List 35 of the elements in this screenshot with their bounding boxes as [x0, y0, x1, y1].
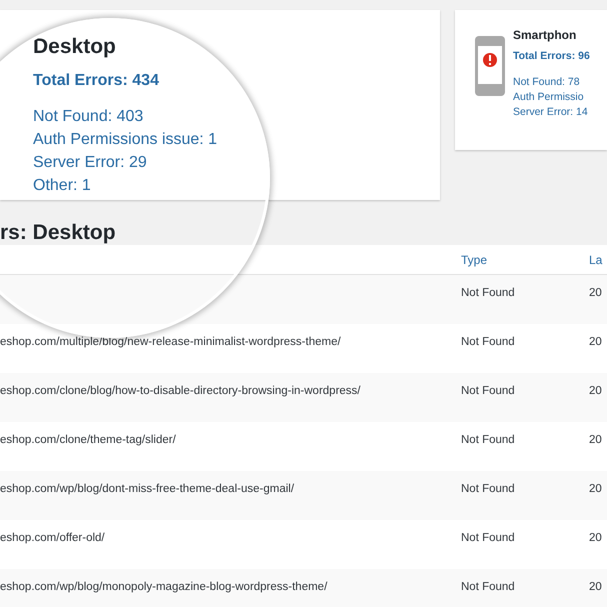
- error-stat-link[interactable]: Not Found: 403: [33, 105, 440, 128]
- error-stat-link[interactable]: Other: 1: [33, 174, 440, 198]
- date-cell-text: 20: [589, 335, 603, 350]
- type-cell-text: Not Found: [461, 433, 516, 448]
- type-cell-text: Not Found: [461, 335, 516, 350]
- total-errors-link[interactable]: Total Errors: 434: [33, 69, 440, 94]
- url-cell-text: eshop.com/wp/blog/monopoly-magazine-blog-wordpress-theme/: [0, 580, 328, 595]
- date-cell-text: 20: [589, 531, 603, 546]
- type-cell-text: Not Found: [461, 482, 516, 497]
- type-cell-text: Not Found: [461, 384, 516, 399]
- error-stat-link[interactable]: Not Found: 78: [513, 74, 590, 90]
- section-heading: rs: Desktop: [0, 220, 117, 245]
- date-cell-text: 20: [589, 433, 603, 448]
- card-title: Desktop: [33, 34, 117, 60]
- url-cell-text: eshop.com/wp/blog/dont-miss-free-theme-deal-use-gmail/: [0, 482, 296, 497]
- card-title: Smartphon: [513, 27, 578, 44]
- column-header[interactable]: La: [589, 251, 607, 269]
- error-stat-link[interactable]: Auth Permissio: [513, 90, 590, 105]
- url-cell-text: eshop.com/clone/blog/how-to-disable-directory-browsing-in-wordpress/: [0, 384, 362, 399]
- error-stat-link[interactable]: Auth Permissions issue: 1: [33, 128, 440, 152]
- phone-warning-icon: [475, 36, 505, 96]
- date-cell-text: 20: [589, 286, 603, 301]
- url-cell-text: eshop.com/offer-old/: [0, 531, 106, 546]
- total-errors-link[interactable]: Total Errors: 96: [513, 49, 590, 65]
- type-cell-text: Not Found: [461, 531, 516, 546]
- url-cell-text: eshop.com/multiple/blog/new-release-minimalist-wordpress-theme/: [0, 335, 342, 350]
- error-stat-link[interactable]: Server Error: 14: [513, 104, 590, 120]
- column-header[interactable]: Type: [461, 251, 589, 269]
- date-cell-text: 20: [589, 384, 603, 399]
- type-cell-text: Not Found: [461, 580, 516, 595]
- date-cell-text: 20: [589, 482, 603, 497]
- type-cell-text: Not Found: [461, 286, 516, 301]
- url-cell-text: eshop.com/clone/theme-tag/slider/: [0, 433, 177, 448]
- date-cell-text: 20: [589, 580, 603, 595]
- error-stat-link[interactable]: Server Error: 29: [33, 151, 440, 174]
